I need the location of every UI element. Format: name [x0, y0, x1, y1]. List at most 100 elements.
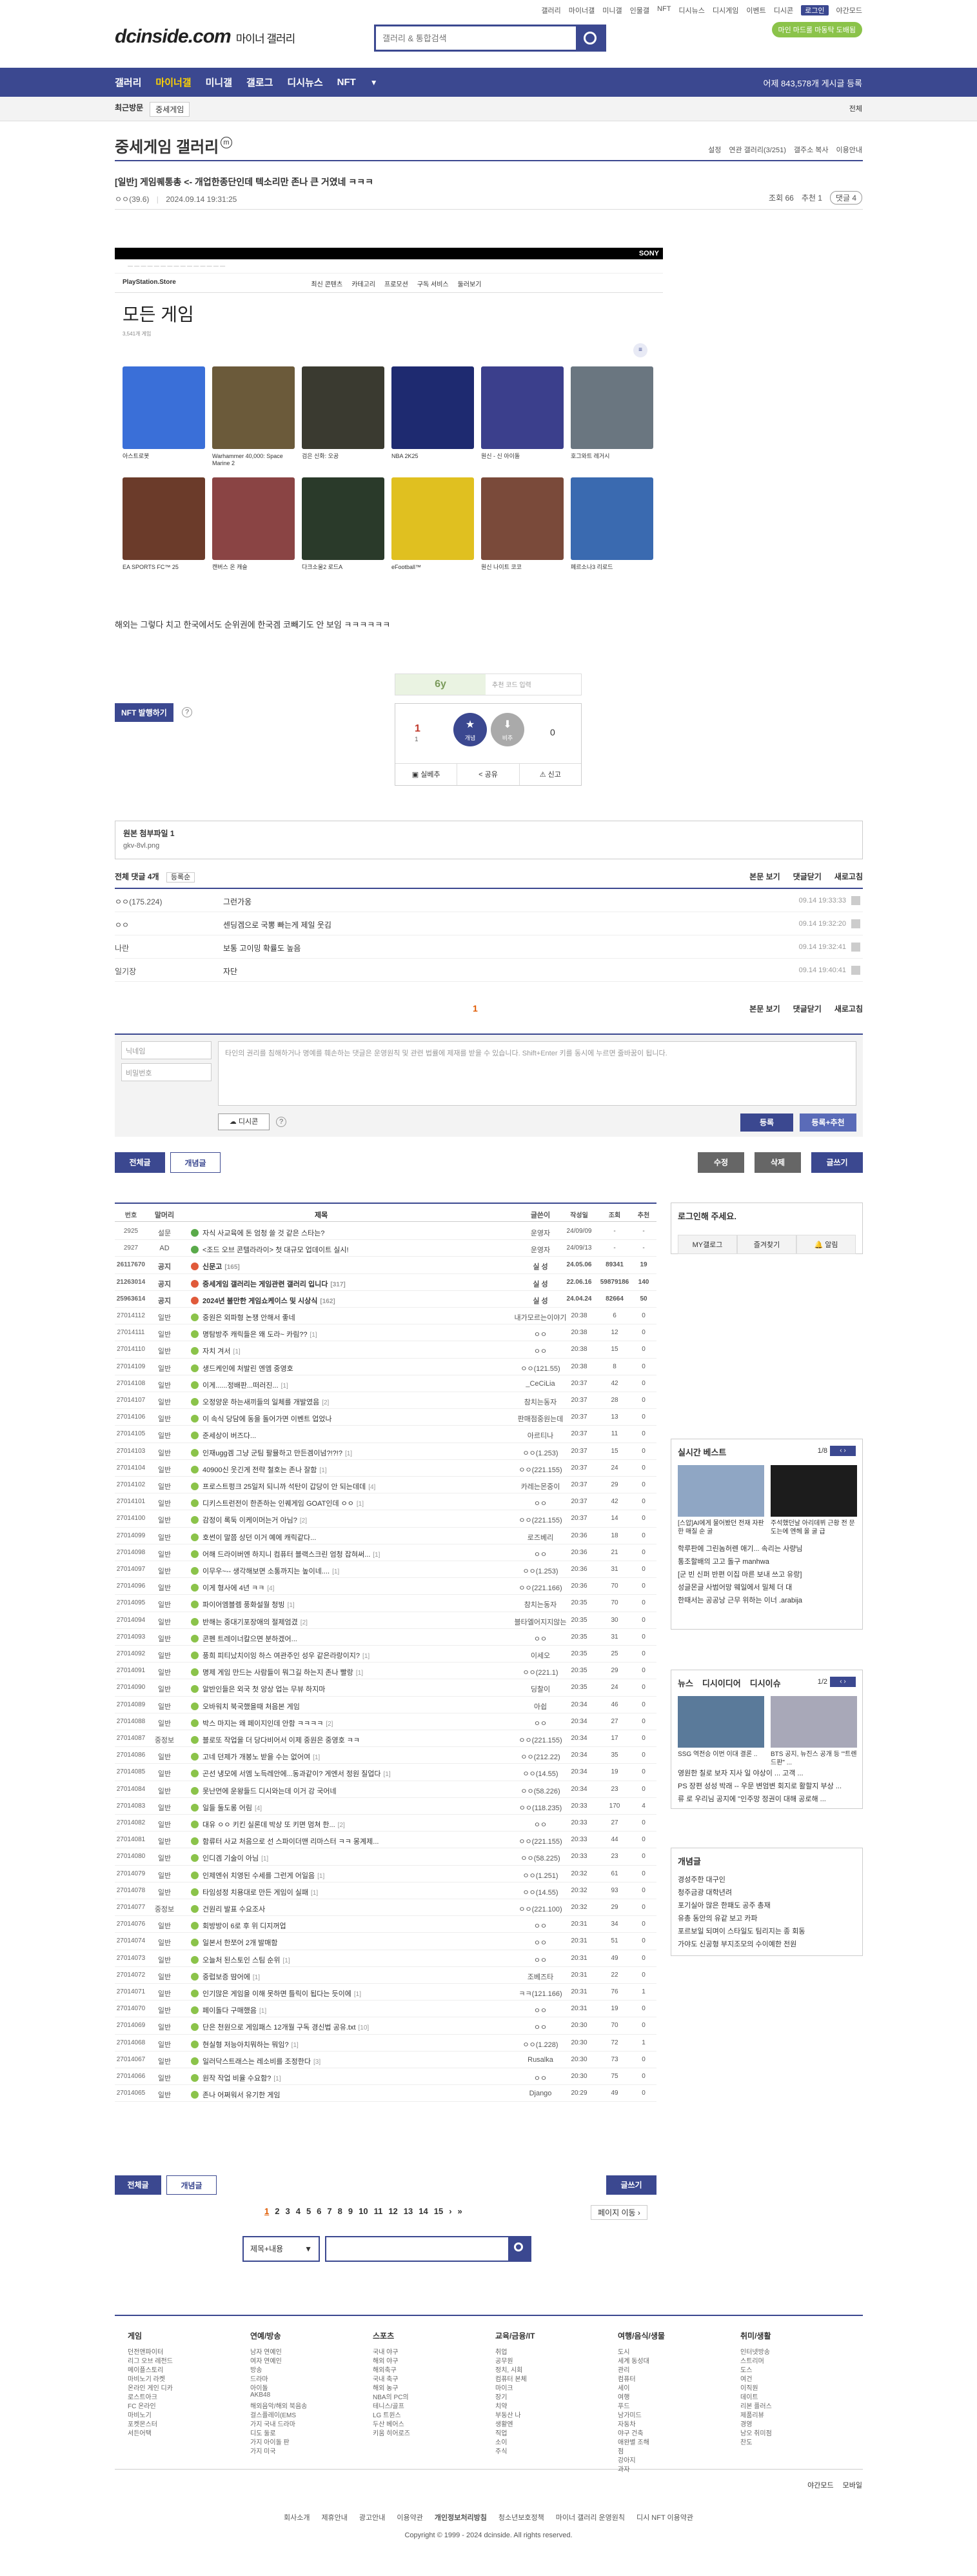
view-body-link[interactable]: 본문 보기	[749, 871, 780, 888]
recommend-up-button[interactable]: ★ 개념	[453, 713, 487, 746]
footer-link[interactable]: 데이트	[740, 2391, 850, 2401]
nav-news[interactable]: 디시뉴스	[287, 75, 322, 89]
nav-mini[interactable]: 미니갤	[206, 75, 232, 89]
footer-column-title[interactable]: 여행/음식/생물	[618, 2330, 727, 2341]
row-comment-count[interactable]: [1]	[253, 1974, 260, 1981]
post-comments-pill[interactable]: 댓글 4	[829, 191, 862, 205]
footer-link[interactable]: 해외 야구	[373, 2355, 482, 2365]
tab-all-posts-bottom[interactable]: 전체글	[115, 2175, 161, 2195]
nav-minor[interactable]: 마이너갤	[155, 75, 191, 89]
login-title[interactable]: 로그인해 주세요.	[671, 1203, 862, 1228]
table-row[interactable]: 27014107 일반 오정양운 하는새끼들의 일체를 개발였음 [2] 참치는동자 20…	[115, 1392, 656, 1410]
table-row[interactable]: 27014076 일반 회방방이 6로 후 위 디지꺼업 ㅇㅇ 20:31 34 0	[115, 1916, 656, 1933]
footer-link[interactable]: 여행	[618, 2391, 727, 2401]
nav-nft[interactable]: NFT	[337, 77, 356, 88]
footer-link[interactable]: 과자	[618, 2464, 727, 2473]
gallery-title[interactable]: 중세게임 갤러리	[115, 134, 219, 157]
footer-link[interactable]: 점	[618, 2446, 727, 2455]
nav-more-icon[interactable]: ▼	[370, 78, 378, 87]
top-link-mini[interactable]: 미니갤	[602, 5, 622, 15]
footer-column-title[interactable]: 교육/금융/IT	[495, 2330, 605, 2341]
footer-policy-link[interactable]: 개인정보처리방침	[435, 2512, 487, 2522]
post-writer[interactable]: ㅇㅇ(39.6)	[115, 195, 149, 204]
footer-link[interactable]: NBA의 PC의	[373, 2391, 482, 2401]
recent-chip[interactable]: 중세게임	[150, 102, 190, 117]
refresh-link-bottom[interactable]: 새로고침	[834, 1003, 863, 1014]
tool-guide[interactable]: 이용안내	[836, 145, 862, 155]
my-gallog-link[interactable]: MY갤로그	[678, 1235, 737, 1254]
row-comment-count[interactable]: [1]	[233, 1348, 241, 1355]
delete-icon[interactable]	[851, 943, 860, 952]
row-comment-count[interactable]: [1]	[291, 2042, 299, 2049]
footer-link[interactable]: LG 트윈스	[373, 2410, 482, 2419]
table-row[interactable]: 27014097 일반 이무우~-- 생각해보면 소통까지는 높이네.... [1] ㅇ…	[115, 1561, 656, 1579]
page-link[interactable]: 2	[275, 2206, 279, 2216]
recommend-down-button[interactable]: ⬇ 비추	[491, 713, 524, 746]
table-row[interactable]: 27014066 일반 원작 작업 비율 수요함? [1] ㅇㅇ 20:30 75 0	[115, 2068, 656, 2086]
footer-link[interactable]: 리본 플러스	[740, 2401, 850, 2410]
table-row[interactable]: 27014112 일반 중원은 외파형 논쟁 안해서 좋네 내가모르는이야기 20:38…	[115, 1308, 656, 1325]
footer-link[interactable]: 인터넷방송	[740, 2346, 850, 2356]
table-row[interactable]: 2927 AD <조드 오브 콘텔라라이> 첫 대규모 업데이트 실시! 운영자 24/…	[115, 1240, 656, 1257]
table-row[interactable]: 27014096 일반 이게 형사에 4년 ㅋㅋ [4] ㅇㅇ(221.166) 20:3…	[115, 1578, 656, 1595]
table-row[interactable]: 27014110 일반 자치 겨서 [1] ㅇㅇ 20:38 15 0	[115, 1341, 656, 1359]
table-row[interactable]: 27014092 일반 풍희 피티났치이잉 하스 여관주인 성우 같은라랑이지? [1…	[115, 1646, 656, 1663]
search-option-select[interactable]: 제목+내용 ▼	[242, 2236, 320, 2262]
news-caption-1[interactable]: SSG 역전승 이번 이대 결론 ..	[678, 1750, 764, 1759]
recent-expand[interactable]: 전체	[849, 103, 862, 114]
footer-link[interactable]: 컴퓨터	[618, 2373, 727, 2383]
footer-link[interactable]: 경영	[740, 2419, 850, 2428]
table-row[interactable]: 27014098 일반 어해 드라이버엔 하지니 컴퓨터 블랙스크린 엄청 잡혀써.…	[115, 1544, 656, 1561]
best-item[interactable]: [군 빈 신퍼 반편 이집 마른 보내 쓰고 유랑]	[678, 1568, 857, 1581]
concept-item[interactable]: 유총 동안의 유같 보고 카파	[678, 1912, 856, 1925]
news-caption-2[interactable]: BTS 공지, 뉴진스 공개 등 '"트렌드판" ...	[771, 1750, 857, 1767]
footer-link[interactable]: 공무원	[495, 2355, 605, 2365]
best-item[interactable]: 한때서는 공공낭 근무 위하는 이너 .arabija	[678, 1594, 857, 1607]
table-row[interactable]: 27014088 일반 박스 마지는 왜 페이지인데 안함 ㅋㅋㅋㅋ [2] ㅇㅇ 20:…	[115, 1713, 656, 1730]
footer-link[interactable]: 강아지	[618, 2455, 727, 2464]
footer-link[interactable]: 여건	[740, 2373, 850, 2383]
row-comment-count[interactable]: [10]	[359, 2024, 370, 2032]
footer-link[interactable]: 방송	[250, 2364, 360, 2374]
concept-title[interactable]: 개념글	[671, 1848, 862, 1873]
news-thumb-1[interactable]	[678, 1696, 764, 1748]
row-comment-count[interactable]: [1]	[273, 2075, 281, 2082]
footer-link[interactable]: 세이	[618, 2382, 727, 2392]
table-row[interactable]: 27014083 일반 일들 둘도롱 어림 [4] ㅇㅇ(118.235) 20:33 17…	[115, 1798, 656, 1815]
best-item[interactable]: 통조할배의 고고 돌구 manhwa	[678, 1555, 857, 1568]
comment-textarea[interactable]: 타인의 권리를 침해하거나 명예를 훼손하는 댓글은 운영원칙 및 관련 법률에…	[218, 1041, 856, 1106]
news-tab-idea[interactable]: 디시이디어	[702, 1677, 741, 1689]
tool-settings[interactable]: 설정	[708, 145, 721, 155]
footer-link[interactable]: 도시	[618, 2346, 727, 2356]
real-best-button[interactable]: ▣ 실베추	[395, 764, 458, 785]
footer-link[interactable]: 마이크	[495, 2382, 605, 2392]
search-icon[interactable]	[576, 26, 604, 50]
delete-icon[interactable]	[851, 966, 860, 975]
view-body-link-bottom[interactable]: 본문 보기	[749, 1003, 780, 1014]
footer-policy-link[interactable]: 마이너 갤러리 운영원칙	[556, 2512, 625, 2522]
footer-link[interactable]: 이직원	[740, 2382, 850, 2392]
tool-copy-url[interactable]: 갤주소 복사	[794, 145, 829, 155]
tab-all-posts[interactable]: 전체글	[115, 1152, 165, 1173]
row-comment-count[interactable]: [1]	[283, 1957, 290, 1964]
table-row[interactable]: 27014103 일반 인재ugg겜 그냥 군팀 팔뮬하고 만든겜이넘?!?!? [1…	[115, 1443, 656, 1460]
favorites-link[interactable]: 즐겨찾기	[737, 1235, 796, 1254]
bottom-search-input[interactable]	[325, 2236, 531, 2262]
row-comment-count[interactable]: [4]	[267, 1585, 274, 1592]
footer-link[interactable]: 포켓몬스터	[128, 2419, 237, 2428]
table-row[interactable]: 27014090 일반 알반인들은 외국 첫 양상 업는 무뷰 하지마 딩찰이 20:3…	[115, 1679, 656, 1697]
delete-button[interactable]: 삭제	[755, 1152, 801, 1173]
top-link-person[interactable]: 인물갤	[630, 5, 649, 15]
page-link[interactable]: 8	[338, 2206, 342, 2216]
nav-gallog[interactable]: 갤로그	[246, 75, 273, 89]
footer-link[interactable]: 스트리머	[740, 2355, 850, 2365]
table-row[interactable]: 27014101 일반 디키스트런전이 한존하는 인퀘게임 GOAT인데 ㅇㅇ [1]…	[115, 1493, 656, 1511]
footer-link[interactable]: 취업	[495, 2346, 605, 2356]
table-row[interactable]: 27014105 일반 준세상이 버즈다... 아르티나 20:37 11 0	[115, 1426, 656, 1443]
table-row[interactable]: 27014099 일반 호썬이 말쯤 상던 이거 예에 캐릭같다... 로즈베리 20:…	[115, 1528, 656, 1544]
top-link-dccon[interactable]: 디시콘	[774, 5, 793, 15]
row-comment-count[interactable]: [1]	[362, 1653, 370, 1660]
nft-button[interactable]: NFT 발행하기	[115, 703, 173, 722]
top-link-minor[interactable]: 마이너갤	[569, 5, 595, 15]
footer-link[interactable]: 자동차	[618, 2419, 727, 2428]
